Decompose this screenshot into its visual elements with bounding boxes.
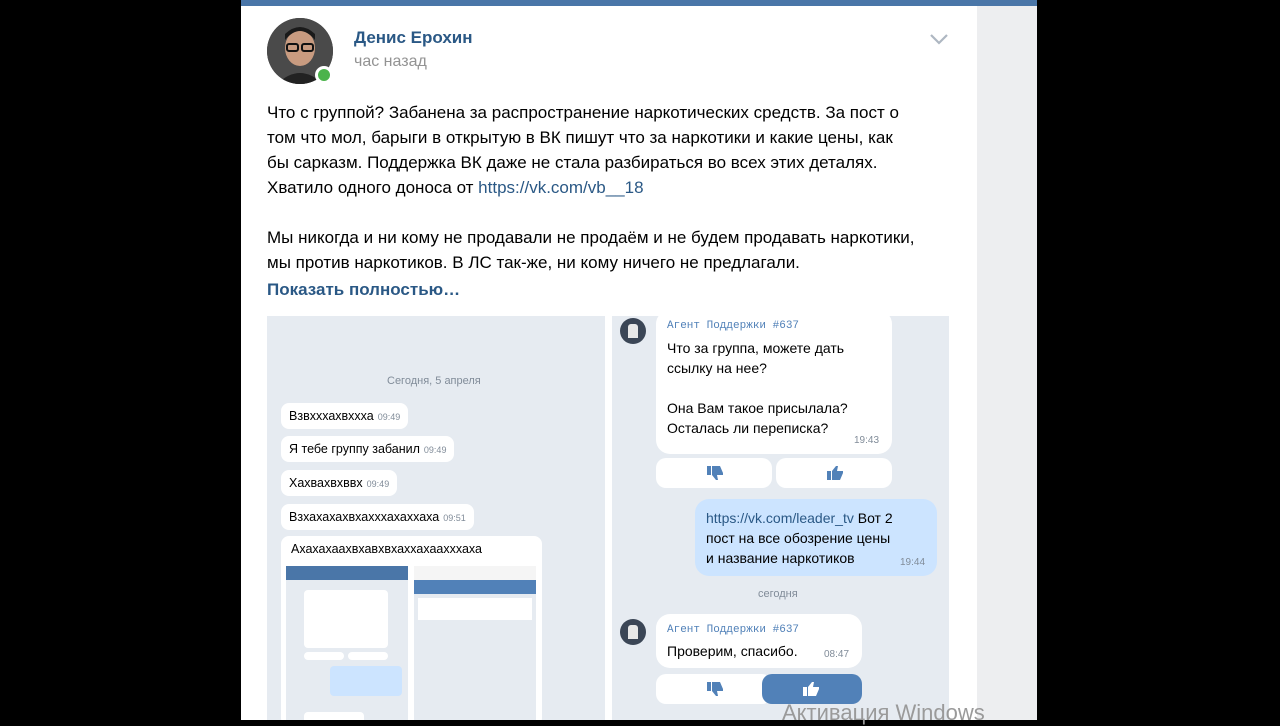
page-side-column [977,0,1037,720]
windows-activation-watermark: Активация Windows [782,700,985,725]
message-time: 09:49 [366,479,390,489]
attached-screenshot[interactable]: Сегодня, 5 апреля Взвхххахвххха 09:49 Я т… [267,310,949,720]
message-text: Что за группа, можете дать ссылку на нее… [667,340,848,436]
left-chat-screenshot: Сегодня, 5 апреля Взвхххахвххха 09:49 Я т… [267,316,605,720]
chat-date: Сегодня, 5 апреля [387,375,481,387]
agent-name: Агент Поддержки #637 [667,624,800,636]
thumbs-up-icon [803,682,819,696]
chat-message: Взхахахахвхахххахаххаха 09:51 [281,504,474,530]
right-chat-screenshot: Агент Поддержки #637 Что за группа, може… [612,310,949,720]
message-link[interactable]: https://vk.com/leader_tv [706,510,854,526]
message-time: 08:47 [824,649,850,660]
chevron-down-icon[interactable] [929,33,949,45]
chat-message: Взвхххахвххха 09:49 [281,403,409,429]
post-text-prefix: Хватило одного доноса от [267,178,479,197]
dislike-button[interactable] [656,458,772,488]
nested-phone-screenshot [286,566,408,720]
message-text: https://vk.com/leader_tv Вот 2 пост на в… [706,510,893,566]
post-text-line: мы против наркотиков. В ЛС так-же, ни ко… [267,253,800,272]
show-more-link[interactable]: Показать полностью… [267,280,460,300]
nested-browser-screenshot [414,566,536,720]
message-time: 09:49 [377,412,401,422]
message-text: Я тебе группу забанил [289,442,420,456]
agent-avatar [620,318,646,344]
agent-message: Агент Поддержки #637 Проверим, спасибо. … [656,614,862,668]
message-text: Взхахахахвхахххахаххаха [289,510,440,524]
message-time: 09:51 [443,513,466,523]
message-time: 19:43 [854,435,880,446]
dislike-button[interactable] [656,674,772,704]
image-caption: Ахахахаахвхавхвхаххахаахххаха [291,542,482,556]
my-message: https://vk.com/leader_tv Вот 2 пост на в… [695,499,937,576]
online-indicator [315,66,333,84]
agent-name: Агент Поддержки #637 [667,320,800,332]
post-card: Денис Ерохин час назад Что с группой? За… [241,0,977,720]
chat-message: Хахвахвхввх 09:49 [281,470,398,496]
message-text: Взвхххахвххха [289,409,374,423]
post-text-line: Что с группой? Забанена за распространен… [267,103,899,122]
agent-message: Агент Поддержки #637 Что за группа, може… [656,310,892,454]
thumbs-up-icon [827,466,843,480]
image-message: Ахахахаахвхавхвхаххахаахххаха [281,536,542,720]
thumbs-down-icon [707,466,723,480]
header-bar-strip [241,0,977,6]
message-time: 09:49 [423,445,447,455]
agent-avatar [620,619,646,645]
message-time: 19:44 [900,557,926,568]
like-button[interactable] [776,458,892,488]
author-name[interactable]: Денис Ерохин [354,28,473,48]
header-bar-strip [977,0,1037,6]
post-link[interactable]: https://vk.com/vb__18 [478,178,643,197]
message-text: Хахвахвхввх [289,476,363,490]
post-text-line: бы сарказм. Поддержка ВК даже не стала р… [267,153,878,172]
message-text: Проверим, спасибо. [667,643,798,659]
post-text-line: Мы никогда и ни кому не продавали не про… [267,228,915,247]
thumbs-down-icon [707,682,723,696]
post-text-line: том что мол, барыги в открытую в ВК пишу… [267,128,893,147]
post-text: Что с группой? Забанена за распространен… [267,100,957,275]
chat-message: Я тебе группу забанил 09:49 [281,436,455,462]
chat-date: сегодня [758,588,798,600]
post-text-line: Хватило одного доноса от https://vk.com/… [267,175,957,200]
post-time[interactable]: час назад [354,53,427,71]
